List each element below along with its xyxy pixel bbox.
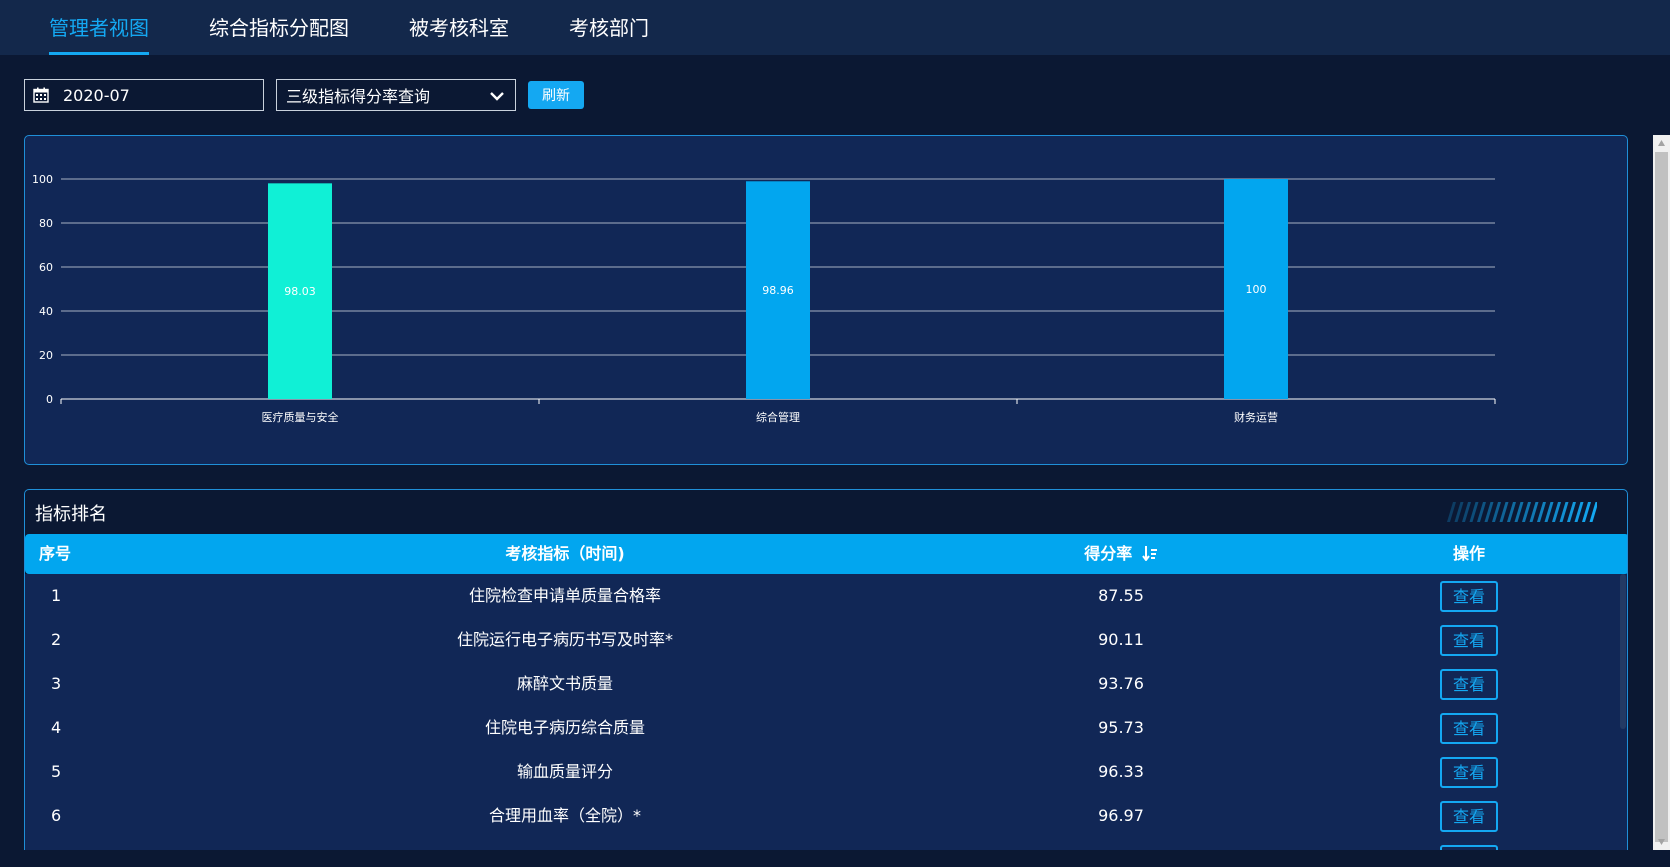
row-index: 4 [51, 718, 62, 737]
row-score: 93.76 [1098, 674, 1144, 693]
tab-indicator-distribution[interactable]: 综合指标分配图 [209, 0, 349, 55]
stripe [1499, 502, 1509, 522]
stripe [1514, 502, 1524, 522]
header-score[interactable]: 得分率 [1071, 534, 1171, 574]
table-row: 2 住院运行电子病历书写及时率* 90.11 查看 [25, 618, 1627, 662]
row-score: 87.55 [1098, 586, 1144, 605]
row-indicator-name: 住院检查申请单质量合格率 [468, 586, 661, 605]
y-tick-label: 20 [39, 349, 53, 362]
table-row: 5 输血质量评分 96.33 查看 [25, 750, 1627, 794]
stripe [1582, 502, 1591, 522]
bottom-band [0, 850, 1670, 867]
header-score-label: 得分率 [1084, 544, 1133, 563]
top-nav: 管理者视图 综合指标分配图 被考核科室 考核部门 [0, 0, 1670, 55]
stripe [1552, 502, 1561, 522]
tab-assessed-department[interactable]: 被考核科室 [409, 0, 509, 55]
bar-chart: 0 20 40 60 80 100 98.03 医疗质量与安全 98.96 综合管理 100 财务运营 [32, 173, 1496, 424]
stripe [1462, 502, 1471, 522]
stripe [1544, 502, 1554, 522]
tab-assessing-department[interactable]: 考核部门 [569, 0, 649, 55]
sort-descending-icon[interactable] [1141, 545, 1158, 562]
row-indicator-name: 住院电子病历综合质量 [484, 718, 645, 737]
query-type-select[interactable]: 三级指标得分率查询 [276, 79, 516, 111]
row-score: 96.33 [1098, 762, 1144, 781]
table-row: 6 合理用血率（全院）* 96.97 查看 [25, 794, 1627, 838]
table-header: 序号 考核指标（时间) 得分率 操作 [25, 534, 1627, 574]
view-button[interactable]: 查看 [1440, 669, 1498, 700]
row-index: 6 [51, 806, 62, 825]
y-tick-label: 40 [39, 305, 53, 318]
page-scrollbar[interactable] [1653, 135, 1670, 850]
ranking-panel: 指标排名 序号 考核指标（时间) 得分率 操作 1 住院检查申请单质量合格率 8… [24, 489, 1628, 867]
y-tick-label: 60 [39, 261, 53, 274]
row-indicator-name: 麻醉文书质量 [516, 674, 613, 693]
x-tick-label: 医疗质量与安全 [262, 410, 339, 424]
row-index: 2 [51, 630, 62, 649]
y-tick-label: 0 [46, 393, 53, 406]
row-score: 95.73 [1098, 718, 1144, 737]
y-tick-label: 80 [39, 217, 53, 230]
table-row: 4 住院电子病历综合质量 95.73 查看 [25, 706, 1627, 750]
stripe [1507, 502, 1516, 522]
chart-panel: 0 20 40 60 80 100 98.03 医疗质量与安全 98.96 综合管理 100 财务运营 [24, 135, 1628, 465]
stripe [1484, 502, 1494, 522]
stripe [1522, 502, 1531, 522]
x-tick-label: 财务运营 [1234, 410, 1278, 424]
header-index: 序号 [39, 544, 72, 563]
header-indicator: 考核指标（时间) [505, 544, 625, 563]
chevron-down-icon [490, 92, 504, 101]
table-row: 3 麻醉文书质量 93.76 查看 [25, 662, 1627, 706]
stripe [1559, 502, 1569, 522]
stripe [1574, 502, 1584, 522]
stripe [1454, 502, 1464, 522]
table-body: 1 住院检查申请单质量合格率 87.55 查看 2 住院运行电子病历书写及时率*… [25, 574, 1627, 866]
row-indicator-name: 住院运行电子病历书写及时率* [456, 630, 673, 649]
row-index: 1 [51, 586, 62, 605]
stripe [1477, 502, 1486, 522]
row-indicator-name: 合理用血率（全院）* [488, 806, 641, 825]
view-button[interactable]: 查看 [1440, 625, 1498, 656]
stripe [1492, 502, 1501, 522]
page-scrollbar-thumb[interactable] [1655, 152, 1668, 842]
stripe [1529, 502, 1539, 522]
row-index: 5 [51, 762, 62, 781]
view-button[interactable]: 查看 [1440, 581, 1498, 612]
x-tick-label: 综合管理 [756, 410, 800, 424]
calendar-icon [33, 87, 49, 103]
header-action: 操作 [1452, 544, 1485, 563]
table-scrollbar[interactable] [1620, 574, 1626, 729]
view-button[interactable]: 查看 [1440, 801, 1498, 832]
row-indicator-name: 输血质量评分 [516, 762, 613, 781]
scroll-up-icon[interactable] [1657, 139, 1666, 148]
view-button[interactable]: 查看 [1440, 713, 1498, 744]
decorative-stripes [1447, 502, 1597, 522]
bar-data-label: 100 [1246, 283, 1267, 296]
refresh-button[interactable]: 刷新 [528, 81, 584, 109]
y-tick-label: 100 [32, 173, 53, 186]
stripe [1589, 502, 1597, 522]
query-type-value: 三级指标得分率查询 [286, 87, 431, 106]
row-index: 3 [51, 674, 62, 693]
date-picker[interactable]: 2020-07 [24, 79, 264, 111]
view-button[interactable]: 查看 [1440, 757, 1498, 788]
stripe [1447, 502, 1456, 522]
tab-manager-view[interactable]: 管理者视图 [49, 0, 149, 55]
ranking-title: 指标排名 [35, 504, 107, 525]
stripe [1567, 502, 1576, 522]
bar-data-label: 98.96 [762, 284, 794, 297]
stripe [1469, 502, 1479, 522]
table-row: 1 住院检查申请单质量合格率 87.55 查看 [25, 574, 1627, 618]
row-score: 90.11 [1098, 630, 1144, 649]
stripe [1537, 502, 1546, 522]
scroll-down-icon[interactable] [1657, 837, 1666, 846]
row-score: 96.97 [1098, 806, 1144, 825]
date-value: 2020-07 [63, 85, 130, 105]
bar-data-label: 98.03 [284, 285, 316, 298]
